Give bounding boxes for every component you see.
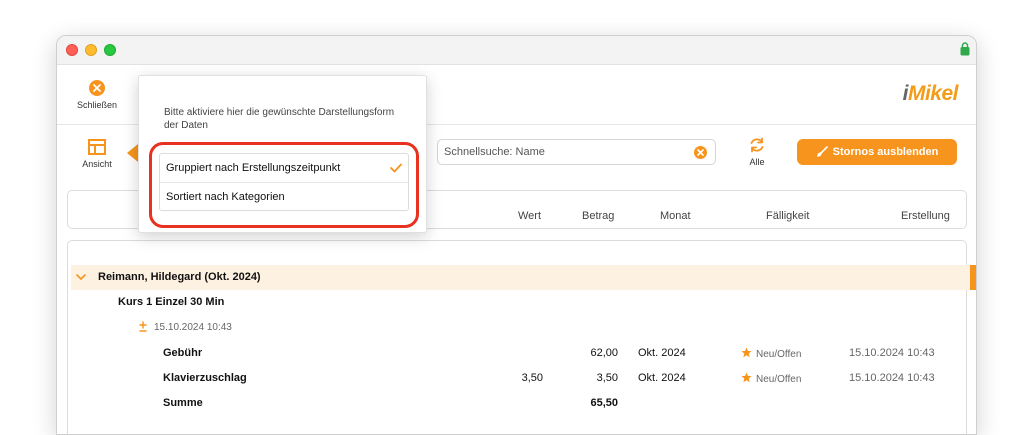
group-name: Reimann, Hildegard (Okt. 2024): [98, 271, 261, 283]
row-label: Gebühr: [163, 347, 203, 359]
row-monat: Okt. 2024: [638, 347, 686, 359]
view-mode-popover: Bitte aktiviere hier die gewünschte Dars…: [138, 75, 427, 233]
hide-cancellations-label: Stornos ausblenden: [832, 146, 939, 158]
row-label: Klavierzuschlag: [163, 372, 247, 384]
plus-minus-icon: [139, 321, 147, 332]
column-betrag[interactable]: Betrag: [582, 210, 614, 222]
row-status: Neu/Offen: [741, 347, 801, 360]
column-wert[interactable]: Wert: [518, 210, 541, 222]
popover-pointer: [127, 144, 138, 162]
column-monat[interactable]: Monat: [660, 210, 691, 222]
option-sorted-by-category[interactable]: Sortiert nach Kategorien: [160, 183, 408, 212]
column-erstellung[interactable]: Erstellung: [901, 210, 950, 222]
search-input[interactable]: [438, 140, 678, 164]
star-icon: [741, 347, 752, 358]
row-erstellung: 15.10.2024 10:43: [849, 347, 935, 359]
group-accent-stripe: [970, 265, 976, 290]
row-monat: Okt. 2024: [638, 372, 686, 384]
option-grouped-by-creation[interactable]: Gruppiert nach Erstellungszeitpunkt: [160, 154, 408, 183]
view-mode-options: Gruppiert nach Erstellungszeitpunkt Sort…: [159, 153, 409, 211]
imikel-logo: iMikel: [902, 82, 959, 105]
row-wert: 3,50: [521, 372, 543, 384]
close-circle-icon: [89, 80, 105, 96]
refresh-icon: [750, 137, 764, 153]
popover-instruction: Bitte aktiviere hier die gewünschte Dars…: [164, 107, 395, 131]
refresh-all-button[interactable]: Alle: [740, 137, 774, 167]
alle-label: Alle: [749, 157, 765, 167]
hide-cancellations-button[interactable]: Stornos ausblenden: [797, 139, 957, 165]
options-highlight-ring: Gruppiert nach Erstellungszeitpunkt Sort…: [149, 142, 419, 228]
column-faelligkeit[interactable]: Fälligkeit: [766, 210, 809, 222]
view-button[interactable]: Ansicht: [71, 139, 123, 169]
row-status: Neu/Offen: [741, 372, 801, 385]
view-button-label: Ansicht: [82, 159, 112, 169]
option-label: Gruppiert nach Erstellungszeitpunkt: [166, 162, 341, 174]
row-betrag: 3,50: [596, 372, 618, 384]
quick-search: [437, 139, 716, 165]
sum-label: Summe: [163, 397, 203, 409]
chevron-down-icon[interactable]: [75, 271, 87, 283]
minimize-window-button[interactable]: [85, 44, 97, 56]
close-window-button[interactable]: [66, 44, 78, 56]
lock-icon: [960, 42, 970, 56]
title-bar: [57, 36, 976, 65]
timestamp-label: 15.10.2024 10:43: [154, 322, 232, 333]
zoom-window-button[interactable]: [104, 44, 116, 56]
course-label: Kurs 1 Einzel 30 Min: [118, 296, 225, 308]
row-betrag: 62,00: [590, 347, 618, 359]
close-button-label: Schließen: [76, 100, 118, 110]
broom-icon: [816, 146, 828, 157]
clear-search-icon[interactable]: [694, 146, 707, 159]
sum-value: 65,50: [590, 397, 618, 409]
group-header-row[interactable]: Reimann, Hildegard (Okt. 2024): [71, 265, 976, 290]
close-button[interactable]: Schließen: [71, 80, 123, 110]
star-icon: [741, 372, 752, 383]
option-label: Sortiert nach Kategorien: [166, 191, 285, 203]
layout-icon: [88, 139, 106, 155]
checkmark-icon: [390, 163, 402, 173]
row-erstellung: 15.10.2024 10:43: [849, 372, 935, 384]
